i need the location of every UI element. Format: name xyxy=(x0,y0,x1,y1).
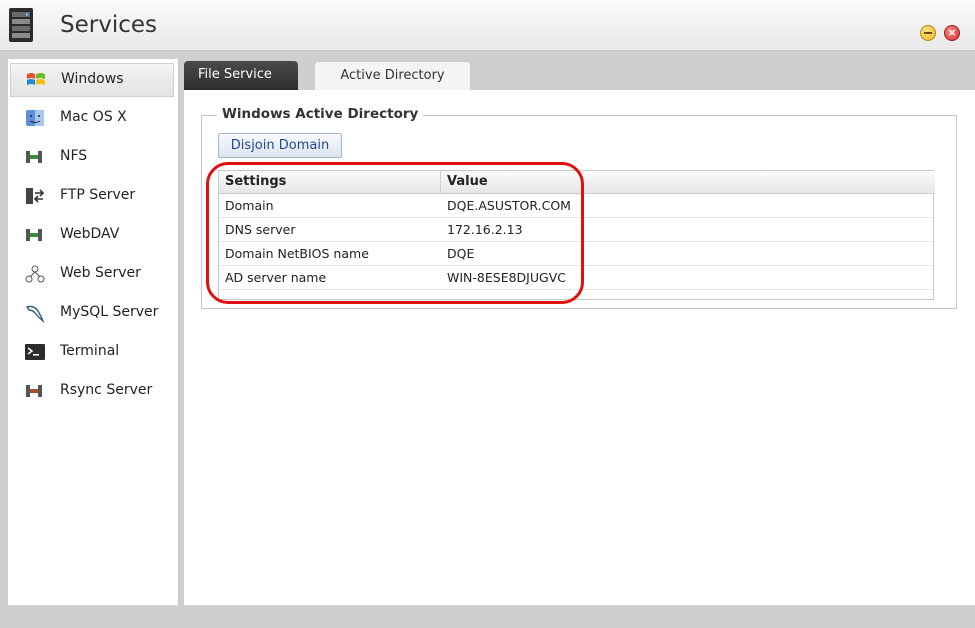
terminal-icon xyxy=(25,344,45,360)
settings-table: Settings Value Domain DQE.ASUSTOR.COM DN… xyxy=(218,170,935,300)
sidebar-item-label: MySQL Server xyxy=(60,304,159,320)
main-panel: File Service Active Directory Windows Ac… xyxy=(184,59,975,605)
tab-active-directory[interactable]: Active Directory xyxy=(314,61,471,90)
sidebar-item-label: Rsync Server xyxy=(60,382,153,398)
tab-file-service[interactable]: File Service xyxy=(184,61,298,90)
value-cell: DQE xyxy=(447,246,475,261)
table-row[interactable]: DNS server 172.16.2.13 xyxy=(219,218,933,242)
title-bar: Services × xyxy=(0,0,975,51)
sidebar-item-label: Mac OS X xyxy=(60,109,127,125)
sidebar-item-ftp-server[interactable]: FTP Server xyxy=(10,180,174,214)
sidebar-item-label: NFS xyxy=(60,148,88,164)
services-window: Services × Windows Mac OS X NFS FTP Serv… xyxy=(0,0,975,628)
window-title: Services xyxy=(60,12,157,38)
sidebar-item-rsync-server[interactable]: Rsync Server xyxy=(10,375,174,409)
sidebar-item-label: WebDAV xyxy=(60,226,120,242)
sidebar-item-label: Windows xyxy=(61,71,124,87)
setting-cell: Domain NetBIOS name xyxy=(225,246,369,261)
close-icon[interactable]: × xyxy=(944,25,960,41)
ftp-server-icon xyxy=(26,188,45,204)
sidebar-item-terminal[interactable]: Terminal xyxy=(10,336,174,370)
mysql-dolphin-icon xyxy=(25,305,45,323)
tab-bar: File Service Active Directory xyxy=(184,59,975,90)
windows-logo-icon xyxy=(27,73,45,85)
setting-cell: Domain xyxy=(225,198,274,213)
column-header-value[interactable]: Value xyxy=(447,174,488,189)
sidebar-item-mysql-server[interactable]: MySQL Server xyxy=(10,297,174,331)
status-bar xyxy=(0,605,975,628)
sidebar-item-label: Terminal xyxy=(60,343,120,359)
column-header-settings[interactable]: Settings xyxy=(225,174,286,189)
table-row[interactable]: Domain DQE.ASUSTOR.COM xyxy=(219,194,933,218)
table-row[interactable]: AD server name WIN-8ESE8DJUGVC xyxy=(219,266,933,290)
sidebar-item-mac-os-x[interactable]: Mac OS X xyxy=(10,102,174,136)
minimize-icon[interactable] xyxy=(920,25,936,41)
column-divider xyxy=(440,171,441,193)
sidebar-item-label: Web Server xyxy=(60,265,141,281)
server-tower-icon xyxy=(9,8,33,42)
table-header: Settings Value xyxy=(219,171,935,194)
table-row[interactable]: Domain NetBIOS name DQE xyxy=(219,242,933,266)
mac-finder-icon xyxy=(26,110,44,126)
value-cell: DQE.ASUSTOR.COM xyxy=(447,198,571,213)
sidebar-item-web-server[interactable]: Web Server xyxy=(10,258,174,292)
rsync-icon xyxy=(26,385,42,397)
section-legend: Windows Active Directory xyxy=(217,106,424,122)
setting-cell: DNS server xyxy=(225,222,296,237)
value-cell: WIN-8ESE8DJUGVC xyxy=(447,270,566,285)
sidebar-item-label: FTP Server xyxy=(60,187,136,203)
sidebar-item-windows[interactable]: Windows xyxy=(10,63,174,97)
nfs-icon xyxy=(26,151,42,163)
webdav-icon xyxy=(26,229,42,241)
disjoin-domain-button[interactable]: Disjoin Domain xyxy=(218,133,342,158)
web-server-icon xyxy=(25,265,45,283)
sidebar-item-webdav[interactable]: WebDAV xyxy=(10,219,174,253)
setting-cell: AD server name xyxy=(225,270,327,285)
sidebar: Windows Mac OS X NFS FTP Server WebDAV W… xyxy=(8,59,179,605)
value-cell: 172.16.2.13 xyxy=(447,222,523,237)
sidebar-item-nfs[interactable]: NFS xyxy=(10,141,174,175)
